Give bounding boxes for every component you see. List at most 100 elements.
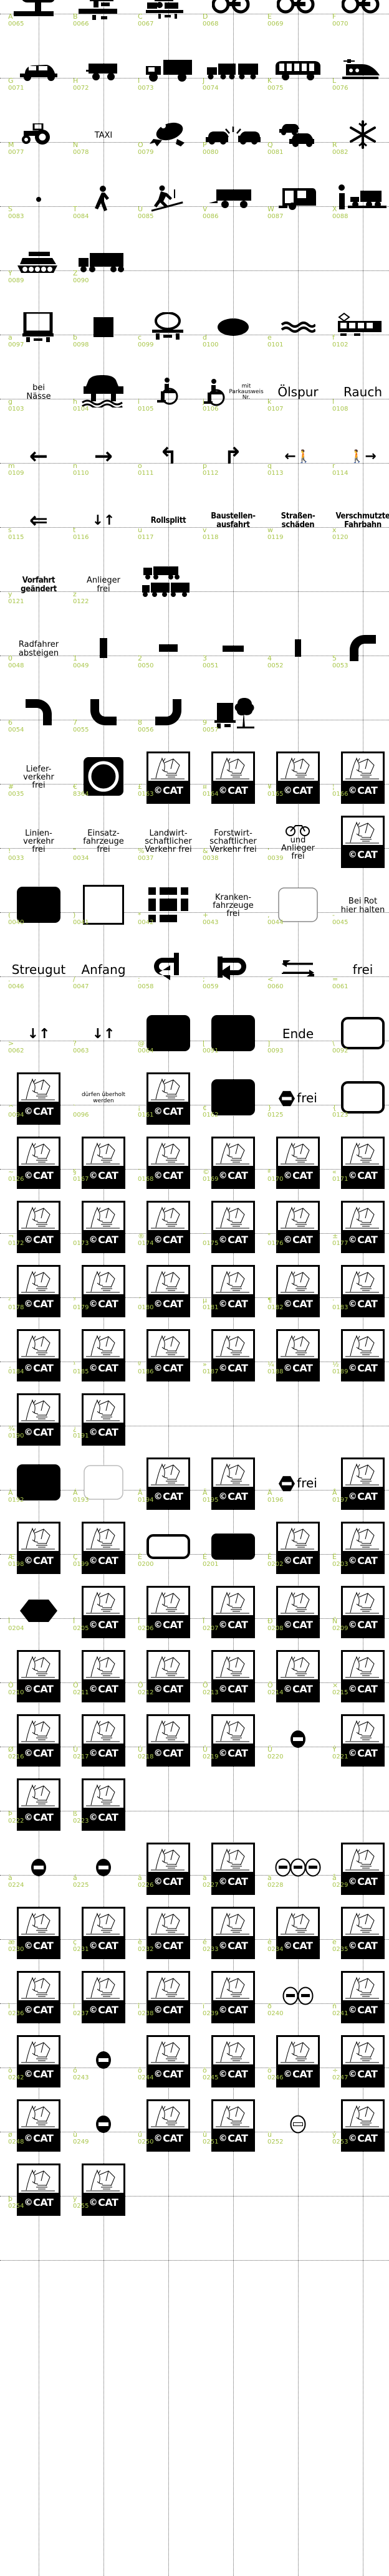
glyph-cell[interactable] [266,1772,330,1836]
glyph-cell[interactable]: © CAT ê 0234 [266,1901,330,1965]
glyph-cell[interactable] [330,232,389,296]
glyph-cell[interactable]: © CAT ß 0223 [71,1772,136,1836]
glyph-cell[interactable]: © CAT è 0232 [136,1901,201,1965]
glyph-cell[interactable] [266,232,330,296]
glyph-cell[interactable]: © CAT ï 0239 [201,1965,266,2029]
glyph-cell[interactable]: © CAT º 0186 [136,1323,201,1387]
glyph-cell[interactable]: {0123 [330,1066,389,1130]
glyph-cell[interactable]: È 0200 [136,1515,201,1580]
glyph-cell[interactable]: mit Parkausweis Nr. j 0106 [201,360,266,424]
glyph-cell[interactable]: H 0072 [71,39,136,103]
glyph-cell[interactable]: Á 0193 [71,1451,136,1515]
glyph-cell[interactable]: © CAT ¡ 0161 [136,1066,201,1130]
glyph-cell[interactable]: © CAT ÿ 0255 [71,2157,136,2221]
glyph-cell[interactable]: 6 0054 [6,681,71,745]
glyph-cell[interactable]: Ende] 0093 [266,1002,330,1066]
glyph-cell[interactable]: Bei Rot hier halten -0045 [330,874,389,938]
glyph-cell[interactable]: © CAT ª 0170 [266,1130,330,1195]
glyph-cell[interactable]: © CAT £0163 [136,745,201,809]
glyph-cell[interactable]: 9 0057 [201,681,266,745]
glyph-cell[interactable]: 1 0049 [71,617,136,681]
glyph-cell[interactable]: V 0086 [201,168,266,232]
glyph-cell[interactable] [201,232,266,296]
glyph-cell[interactable]: <0060 [266,938,330,1002]
glyph-cell[interactable] [266,2157,330,2221]
glyph-cell[interactable]: frei = 0061 [330,938,389,1002]
glyph-cell[interactable]: G 0071 [6,39,71,103]
glyph-cell[interactable]: © CAT ¸ 0184 [6,1323,71,1387]
glyph-cell[interactable]: 🚶→ r 0114 [330,424,389,489]
glyph-cell[interactable]: i 0105 [136,360,201,424]
glyph-cell[interactable]: ; 0059 [201,938,266,1002]
glyph-cell[interactable]: © CAT Ó 0211 [71,1644,136,1708]
glyph-cell[interactable]: © CAT ¶ 0182 [266,1259,330,1323]
glyph-cell[interactable]: Landwirt-schaftlicher Verkehr frei% 0037 [136,809,201,874]
glyph-cell[interactable]: © CAT Í 0205 [71,1580,136,1644]
glyph-cell[interactable]: © CAT ¾ 0190 [6,1387,71,1451]
glyph-cell[interactable]: h 0104 [71,360,136,424]
glyph-cell[interactable]: © CAT Ç 0199 [71,1515,136,1580]
glyph-cell[interactable]: Baustellen-ausfahrt v 0118 [201,489,266,553]
glyph-cell[interactable]: Vorfahrt geändert y 0121 [6,553,71,617]
glyph-cell[interactable]: © CAT ¯ 0175 [201,1195,266,1259]
glyph-cell[interactable] [136,232,201,296]
glyph-cell[interactable]: © CAT ² 0178 [6,1259,71,1323]
glyph-cell[interactable]: bei Nässe g 0103 [6,360,71,424]
glyph-cell[interactable]: R 0082 [330,103,389,168]
glyph-cell[interactable]: © CAT ~0126 [6,1130,71,1195]
glyph-cell[interactable]: Q 0081 [266,103,330,168]
glyph-cell[interactable]: Verschmutzte Fahrbahn x 0120 [330,489,389,553]
glyph-cell[interactable]: W 0087 [266,168,330,232]
glyph-cell[interactable]: d 0100 [201,296,266,360]
glyph-cell[interactable]: © CAT ë 0235 [330,1901,389,1965]
glyph-cell[interactable]: © CAT ¿ 0191 [71,1387,136,1451]
glyph-cell[interactable]: :0058 [136,938,201,1002]
glyph-cell[interactable]: © CAT Â 0194 [136,1451,201,1515]
glyph-cell[interactable]: © CAT Ý 0221 [330,1708,389,1772]
glyph-cell[interactable]: © CAT ò 0242 [6,2029,71,2093]
glyph-cell[interactable]: © CAT ö 0246 [266,2029,330,2093]
glyph-cell[interactable]: €8364 [71,745,136,809]
glyph-cell[interactable]: © CAT Õ 0213 [201,1644,266,1708]
glyph-cell[interactable]: © CAT ø 0248 [6,2093,71,2157]
glyph-cell[interactable]: Ölspur k 0107 [266,360,330,424]
glyph-cell[interactable]: © CAT Ô 0212 [136,1644,201,1708]
glyph-cell[interactable] [330,1387,389,1451]
glyph-cell[interactable]: J 0074 [201,39,266,103]
glyph-cell[interactable]: A 0065 [6,0,71,39]
glyph-cell[interactable]: © CAT «0171 [330,1130,389,1195]
glyph-cell[interactable] [266,1387,330,1451]
glyph-cell[interactable]: © CAT ±0177 [330,1195,389,1259]
glyph-cell[interactable]: © CAT Þ 0222 [6,1772,71,1836]
glyph-cell[interactable]: © CAT Ø 0216 [6,1708,71,1772]
glyph-cell[interactable]: © CAT Ú 0218 [136,1708,201,1772]
glyph-cell[interactable]: ↓↑ t 0116 [71,489,136,553]
glyph-cell[interactable]: © CAT Ï 0207 [201,1580,266,1644]
glyph-cell[interactable]: Radfahrer absteigen 0 0048 [6,617,71,681]
glyph-cell[interactable]: © CAT Ð 0208 [266,1580,330,1644]
glyph-cell[interactable]: © CAT ¬ 0172 [6,1195,71,1259]
glyph-cell[interactable]: Linien-verkehr frei! 0033 [6,809,71,874]
glyph-cell[interactable]: * 0042 [136,874,201,938]
glyph-cell[interactable] [201,2157,266,2221]
glyph-cell[interactable]: 8 0056 [136,681,201,745]
glyph-cell[interactable]: ð 0240 [266,1965,330,2029]
glyph-cell[interactable]: © CAT ý 0253 [330,2093,389,2157]
glyph-cell[interactable]: © CAT ³ 0179 [71,1259,136,1323]
glyph-cell[interactable]: Rollsplitt u 0117 [136,489,201,553]
glyph-cell[interactable]: © CAT × 0215 [330,1644,389,1708]
glyph-cell[interactable]: frei Ä 0196 [266,1451,330,1515]
glyph-cell[interactable]: © CAT ç 0231 [71,1901,136,1965]
glyph-cell[interactable]: © CAT ñ 0241 [330,1965,389,2029]
glyph-cell[interactable]: [0091 [201,1002,266,1066]
glyph-cell[interactable]: © CAT Ù 0217 [71,1708,136,1772]
glyph-cell[interactable] [330,681,389,745]
glyph-cell[interactable]: L 0076 [330,39,389,103]
glyph-cell[interactable] [136,553,201,617]
glyph-cell[interactable] [330,2157,389,2221]
glyph-cell[interactable]: ↓↑? 0063 [71,1002,136,1066]
glyph-cell[interactable]: \ 0092 [330,1002,389,1066]
glyph-cell[interactable] [201,1387,266,1451]
glyph-cell[interactable]: U 0085 [136,168,201,232]
glyph-cell[interactable]: © CAT Ò 0210 [6,1644,71,1708]
